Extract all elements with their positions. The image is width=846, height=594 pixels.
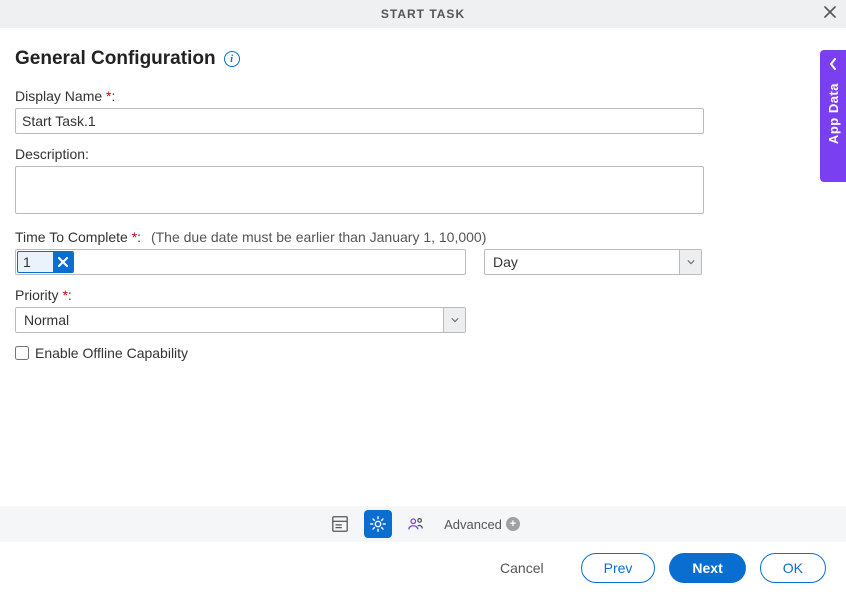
clear-time-icon[interactable] (53, 252, 73, 272)
gear-icon[interactable] (364, 510, 392, 538)
bottom-toolstrip: Advanced + (0, 506, 846, 542)
time-value-input[interactable] (15, 249, 466, 275)
time-unit-value: Day (493, 254, 518, 270)
field-enable-offline: Enable Offline Capability (15, 345, 826, 361)
prev-button[interactable]: Prev (581, 553, 656, 583)
dialog-footer: Cancel Prev Next OK (0, 542, 846, 594)
required-marker: * (62, 287, 67, 303)
time-row: 1 Day (15, 249, 826, 275)
field-display-name: Display Name *: (15, 88, 826, 134)
time-value-token: 1 (17, 251, 74, 273)
plus-icon: + (506, 517, 520, 531)
time-value-text: 1 (18, 254, 53, 270)
info-icon[interactable]: i (224, 51, 240, 67)
form-view-icon[interactable] (326, 510, 354, 538)
close-icon[interactable] (824, 6, 836, 22)
required-marker: * (106, 88, 111, 104)
enable-offline-label: Enable Offline Capability (35, 345, 188, 361)
time-to-complete-label: Time To Complete *: (The due date must b… (15, 229, 826, 245)
section-title: General Configuration (15, 48, 216, 70)
enable-offline-checkbox[interactable] (15, 346, 29, 360)
dialog-body: General Configuration i Display Name *: … (0, 28, 846, 506)
field-description: Description: (15, 146, 826, 217)
dialog-title: START TASK (381, 7, 465, 21)
app-data-side-tab[interactable]: App Data (820, 50, 846, 182)
chevron-down-icon (679, 250, 701, 274)
section-header: General Configuration i (15, 48, 826, 70)
time-unit-select[interactable]: Day (484, 249, 702, 275)
description-label: Description: (15, 146, 826, 162)
required-marker: * (132, 229, 137, 245)
priority-select[interactable]: Normal (15, 307, 466, 333)
time-hint: (The due date must be earlier than Janua… (151, 229, 486, 245)
time-input-wrap: 1 (15, 249, 466, 275)
cancel-button[interactable]: Cancel (477, 553, 567, 583)
next-button[interactable]: Next (669, 553, 745, 583)
priority-label-text: Priority (15, 287, 59, 303)
people-icon[interactable] (402, 510, 430, 538)
field-priority: Priority *: Normal (15, 287, 826, 333)
app-data-label: App Data (826, 83, 841, 144)
priority-value: Normal (24, 312, 69, 328)
dialog-window: START TASK General Configuration i Displ… (0, 0, 846, 594)
titlebar: START TASK (0, 0, 846, 28)
advanced-label: Advanced (444, 517, 502, 532)
chevron-left-icon (829, 58, 837, 73)
advanced-toggle[interactable]: Advanced + (444, 517, 520, 532)
description-input[interactable] (15, 166, 704, 214)
field-time-to-complete: Time To Complete *: (The due date must b… (15, 229, 826, 275)
priority-label: Priority *: (15, 287, 826, 303)
display-name-input[interactable] (15, 108, 704, 134)
display-name-label: Display Name *: (15, 88, 826, 104)
display-name-label-text: Display Name (15, 88, 102, 104)
chevron-down-icon (443, 308, 465, 332)
ok-button[interactable]: OK (760, 553, 826, 583)
time-to-complete-label-text: Time To Complete (15, 229, 128, 245)
